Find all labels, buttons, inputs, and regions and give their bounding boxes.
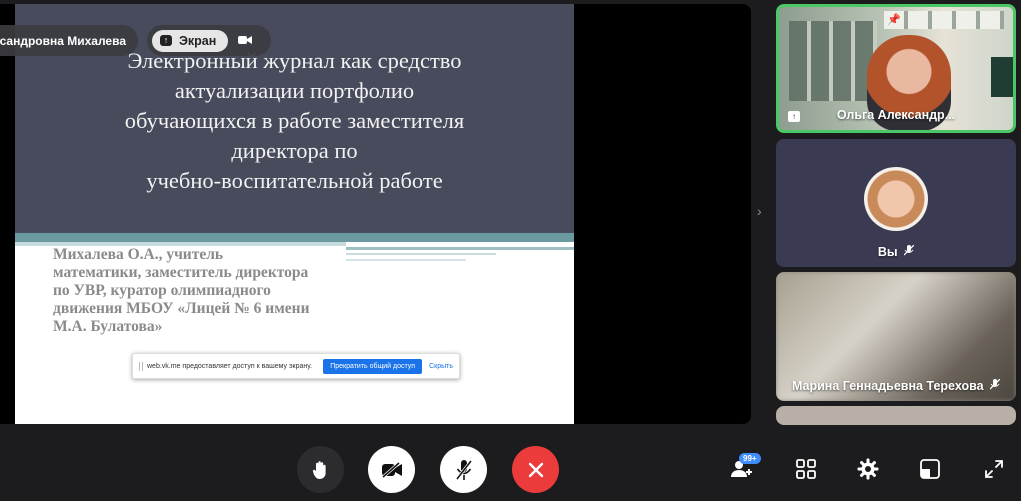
slide-author-line: М.А. Булатова» (53, 318, 163, 335)
screen-stream-label: Экран (179, 33, 217, 48)
slide-title-line: обучающихся в работе заместителя (124, 108, 465, 133)
presenter-name-label: сандровна Михалева (0, 25, 138, 56)
camera-stream-icon[interactable] (238, 32, 253, 50)
grid-view-button[interactable] (793, 456, 819, 482)
screen-stream-button[interactable]: ↑ Экран (152, 29, 229, 52)
share-notification-text: web.vk.me предоставляет доступ к вашему … (147, 362, 312, 370)
microphone-toggle-button[interactable] (440, 446, 487, 493)
camera-toggle-button[interactable] (368, 446, 415, 493)
slide-title-line: актуализации портфолио (174, 78, 415, 103)
settings-button[interactable] (855, 456, 881, 482)
slide-author-line: Михалева О.А., учитель (53, 246, 224, 263)
participant-name: Вы (877, 245, 898, 259)
fullscreen-icon (985, 460, 1003, 478)
stream-switcher: ↑ Экран (147, 25, 271, 56)
raise-hand-button[interactable] (297, 446, 344, 493)
presenter-name: сандровна Михалева (0, 33, 126, 48)
hide-notification-link[interactable]: Скрыть (429, 363, 453, 370)
slide-author-line: движения МБОУ «Лицей № 6 имени (53, 300, 310, 317)
end-call-button[interactable] (512, 446, 559, 493)
slide-author-line: математики, заместитель директора (53, 264, 309, 281)
gear-icon (857, 458, 879, 480)
screen-share-icon: ↑ (160, 35, 172, 46)
participant-name: Ольга Александр... (836, 108, 956, 122)
chalkboard (991, 57, 1013, 97)
stop-sharing-button[interactable]: Прекратить общий доступ (323, 358, 423, 374)
grid-icon (796, 459, 816, 479)
participant-tile-self[interactable]: Вы (776, 139, 1016, 267)
slide-decor-line (346, 253, 496, 255)
participant-tile-active[interactable]: 📌 ↑ Ольга Александр... (776, 4, 1016, 133)
slide-author-line: по УВР, куратор олимпиадного (53, 282, 271, 299)
participant-tile-partial[interactable] (776, 406, 1016, 425)
participant-name: Марина Геннадьевна Терехова (791, 379, 984, 393)
participant-name-label: Марина Геннадьевна Терехова (776, 378, 1016, 393)
mic-off-icon (903, 244, 915, 259)
mic-off-icon (455, 459, 472, 480)
slide-title-line: директора по (231, 138, 358, 163)
slide-accent-band (15, 233, 574, 242)
avatar (864, 167, 928, 231)
mic-off-icon (989, 378, 1001, 393)
participant-tile[interactable]: Марина Геннадьевна Терехова (776, 272, 1016, 401)
slide-decor-line (346, 259, 466, 261)
fullscreen-button[interactable] (981, 456, 1007, 482)
shared-screen-stage: Электронный журнал как средство актуализ… (0, 4, 751, 424)
drag-handle-icon[interactable] (139, 361, 143, 371)
wall-photos (789, 21, 877, 101)
slide-decor-line (346, 247, 574, 250)
slide-title-line: учебно-воспитательной работе (146, 168, 443, 193)
wall-frames (884, 11, 1004, 29)
layout-button[interactable] (917, 456, 943, 482)
slide-author: Михалева О.А., учитель математики, замес… (53, 246, 353, 336)
screen-share-notification: web.vk.me предоставляет доступ к вашему … (132, 353, 460, 379)
participant-name-label: Вы (776, 244, 1016, 259)
layout-icon (920, 459, 940, 479)
chevron-right-icon[interactable]: › (757, 203, 762, 219)
slide-title: Электронный журнал как средство актуализ… (15, 46, 574, 196)
close-icon (528, 462, 543, 477)
presentation-slide: Электронный журнал как средство актуализ… (15, 4, 574, 424)
pin-icon[interactable]: 📌 (887, 13, 901, 26)
camera-off-icon (381, 461, 402, 478)
participants-count-badge: 99+ (739, 453, 761, 464)
raise-hand-icon (312, 460, 326, 479)
